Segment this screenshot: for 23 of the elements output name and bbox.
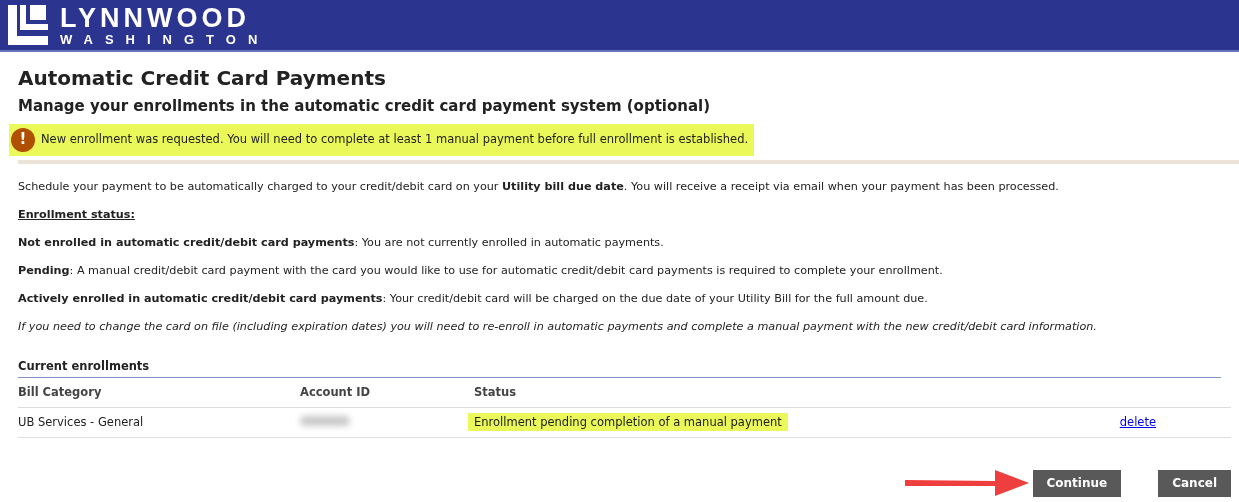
column-header: Account ID bbox=[300, 377, 474, 408]
table-cell: UB Services - General bbox=[18, 407, 300, 438]
column-header: Status bbox=[474, 377, 1033, 408]
logo-icon bbox=[6, 3, 50, 47]
column-header: Bill Category bbox=[18, 377, 300, 408]
warning-icon: ! bbox=[11, 127, 35, 152]
status-text: Enrollment pending completion of a manual payment bbox=[468, 413, 788, 432]
section-title: Current enrollments bbox=[18, 357, 1221, 378]
action-button[interactable]: Cancel bbox=[1158, 469, 1231, 497]
logo-subtitle: WASHINGTON bbox=[60, 32, 270, 46]
action-button[interactable]: Continue bbox=[1032, 469, 1122, 497]
paragraph-text: Actively enrolled in automatic credit/debit card payments: Your credit/debit card will be charged on the due date of your Utility Bill for the full amount due. bbox=[18, 291, 929, 306]
section-heading: Enrollment status: bbox=[18, 207, 136, 222]
delete-link[interactable]: delete bbox=[1119, 415, 1156, 430]
note-text: If you need to change the card on file (including expiration dates) you will need to re-enroll in automatic payments and complete a manual payment with the new credit/debit card information. bbox=[18, 319, 1098, 334]
redacted-block bbox=[300, 416, 350, 427]
paragraph-text: Schedule your payment to be automatically charged to your credit/debit card on your Utility bill due date. You will receive a receipt via email when your payment has been processed. bbox=[18, 179, 1060, 194]
page-subtitle: Manage your enrollments in the automatic credit card payment system (optional) bbox=[18, 96, 712, 117]
logo-name: LYNNWOOD bbox=[60, 4, 251, 32]
paragraph-text: Not enrolled in automatic credit/debit card payments: You are not currently enrolled in automatic payments. bbox=[18, 235, 665, 250]
paragraph-text: Pending: A manual credit/debit card payment with the card you would like to use for automatic credit/debit card payments is required to complete your enrollment. bbox=[18, 263, 944, 278]
page-title: Automatic Credit Card Payments bbox=[18, 66, 387, 91]
alert-text: New enrollment was requested. You will need to complete at least 1 manual payment before full enrollment is established. bbox=[41, 130, 749, 148]
